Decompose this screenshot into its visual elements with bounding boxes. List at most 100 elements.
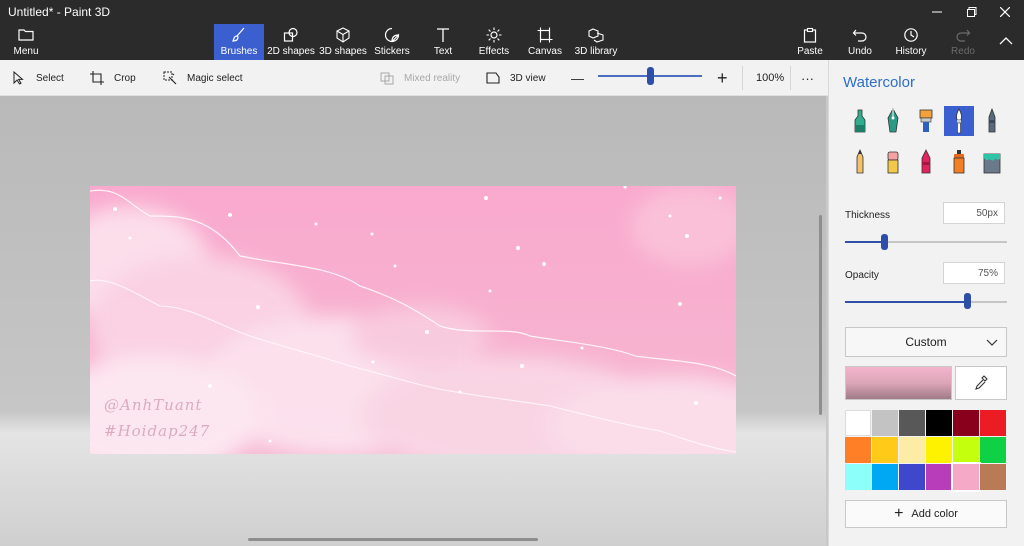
sticker-icon — [384, 27, 400, 43]
tab-label: 3D library — [574, 46, 618, 57]
spray-can-icon[interactable] — [944, 147, 974, 177]
color-swatch[interactable] — [980, 410, 1006, 436]
folder-icon — [18, 29, 34, 41]
tab-stickers[interactable]: Stickers — [370, 24, 414, 60]
tab-label: Text — [433, 46, 453, 57]
view-3d-icon — [486, 72, 500, 84]
current-color-preview — [845, 366, 952, 400]
pixel-pen-icon[interactable] — [977, 106, 1007, 136]
magic-select-tool[interactable]: Magic select — [163, 60, 243, 96]
eraser-icon[interactable] — [878, 147, 908, 177]
canvas-icon — [537, 27, 553, 43]
maximize-icon[interactable] — [955, 0, 989, 24]
horizontal-scrollbar[interactable] — [248, 538, 538, 541]
minus-icon: — — [571, 70, 584, 86]
color-swatch[interactable] — [951, 462, 981, 492]
tab-label: 3D shapes — [319, 46, 367, 57]
chevron-down-icon — [986, 339, 998, 346]
undo-icon — [852, 29, 867, 42]
color-swatch[interactable] — [845, 437, 871, 463]
cursor-icon — [13, 71, 24, 85]
oil-brush-icon[interactable] — [911, 106, 941, 136]
color-swatch[interactable] — [872, 410, 898, 436]
color-swatch[interactable] — [953, 437, 979, 463]
minimize-icon[interactable] — [920, 0, 954, 24]
fill-bucket-icon[interactable] — [977, 147, 1007, 177]
undo-label: Undo — [848, 46, 872, 57]
zoom-slider-thumb[interactable] — [647, 67, 654, 85]
pencil-icon[interactable] — [845, 147, 875, 177]
thickness-input[interactable]: 50px — [943, 202, 1005, 224]
watercolor-icon[interactable] — [944, 106, 974, 136]
add-color-label: Add color — [911, 508, 958, 520]
redo-button[interactable]: Redo — [950, 24, 976, 60]
color-swatch[interactable] — [926, 464, 952, 490]
watermark-tag: #Hoidap247 — [104, 422, 211, 440]
zoom-out-button[interactable]: — — [571, 60, 584, 96]
undo-button[interactable]: Undo — [846, 24, 874, 60]
tab-brushes[interactable]: Brushes — [214, 24, 264, 60]
tab-3d-library[interactable]: 3D library — [574, 24, 618, 60]
color-swatch[interactable] — [845, 464, 871, 490]
calligraphy-pen-icon[interactable] — [878, 106, 908, 136]
marker-icon[interactable] — [845, 106, 875, 136]
close-icon[interactable] — [988, 0, 1022, 24]
text-icon — [437, 28, 449, 42]
color-mode-label: Custom — [905, 335, 947, 349]
toolbar-divider — [742, 66, 743, 90]
brush-panel: Watercolor Thickness 50px Opacity 75% Cu… — [828, 60, 1024, 546]
color-swatch[interactable] — [872, 437, 898, 463]
plus-icon: + — [894, 505, 904, 522]
color-swatch[interactable] — [872, 464, 898, 490]
tab-text[interactable]: Text — [424, 24, 462, 60]
thickness-label: Thickness — [845, 210, 891, 221]
collapse-ribbon-button[interactable] — [996, 24, 1016, 60]
opacity-input[interactable]: 75% — [943, 262, 1005, 284]
color-swatch[interactable] — [926, 410, 952, 436]
redo-icon — [956, 29, 971, 42]
color-swatch[interactable] — [980, 464, 1006, 490]
opacity-slider-thumb[interactable] — [963, 293, 971, 309]
magic-select-label: Magic select — [187, 72, 243, 84]
color-swatch[interactable] — [926, 437, 952, 463]
eyedropper-button[interactable] — [955, 366, 1007, 400]
select-tool[interactable]: Select — [12, 60, 64, 96]
crop-label: Crop — [114, 72, 136, 84]
opacity-slider-fill — [845, 301, 967, 303]
clipboard-icon — [803, 27, 817, 43]
tab-label: Brushes — [220, 46, 258, 57]
paste-button[interactable]: Paste — [794, 24, 826, 60]
tab-2d-shapes[interactable]: 2D shapes — [266, 24, 316, 60]
crop-icon — [90, 71, 104, 85]
view-3d-label: 3D view — [510, 72, 546, 84]
drawing-canvas[interactable]: @AnhTuant #Hoidap247 — [90, 186, 736, 454]
color-mode-dropdown[interactable]: Custom — [845, 327, 1007, 357]
add-color-button[interactable]: + Add color — [845, 500, 1007, 528]
color-swatch[interactable] — [899, 437, 925, 463]
tab-effects[interactable]: Effects — [474, 24, 514, 60]
thickness-slider-thumb[interactable] — [880, 234, 888, 250]
history-button[interactable]: History — [894, 24, 928, 60]
color-swatch[interactable] — [953, 410, 979, 436]
mixed-reality-button[interactable]: Mixed reality — [380, 60, 460, 96]
color-swatch[interactable] — [899, 410, 925, 436]
tab-canvas[interactable]: Canvas — [526, 24, 564, 60]
color-swatch[interactable] — [899, 464, 925, 490]
shapes-2d-icon — [283, 27, 298, 42]
tab-3d-shapes[interactable]: 3D shapes — [318, 24, 368, 60]
color-swatch[interactable] — [845, 410, 871, 436]
eyedropper-icon — [975, 375, 988, 390]
zoom-level[interactable]: 100% — [756, 60, 784, 96]
menu-button[interactable]: Menu — [6, 24, 46, 60]
crop-tool[interactable]: Crop — [90, 60, 136, 96]
plus-icon: + — [717, 67, 728, 88]
crayon-icon[interactable] — [911, 147, 941, 177]
color-swatch[interactable] — [980, 437, 1006, 463]
view-3d-toggle[interactable]: 3D view — [486, 60, 546, 96]
zoom-in-button[interactable]: + — [717, 60, 728, 96]
vertical-scrollbar[interactable] — [819, 215, 822, 415]
more-options-button[interactable]: ··· — [801, 60, 814, 96]
history-label: History — [895, 46, 927, 57]
title-bar: Untitled* - Paint 3D — [0, 0, 1024, 24]
brush-icon — [232, 27, 245, 42]
